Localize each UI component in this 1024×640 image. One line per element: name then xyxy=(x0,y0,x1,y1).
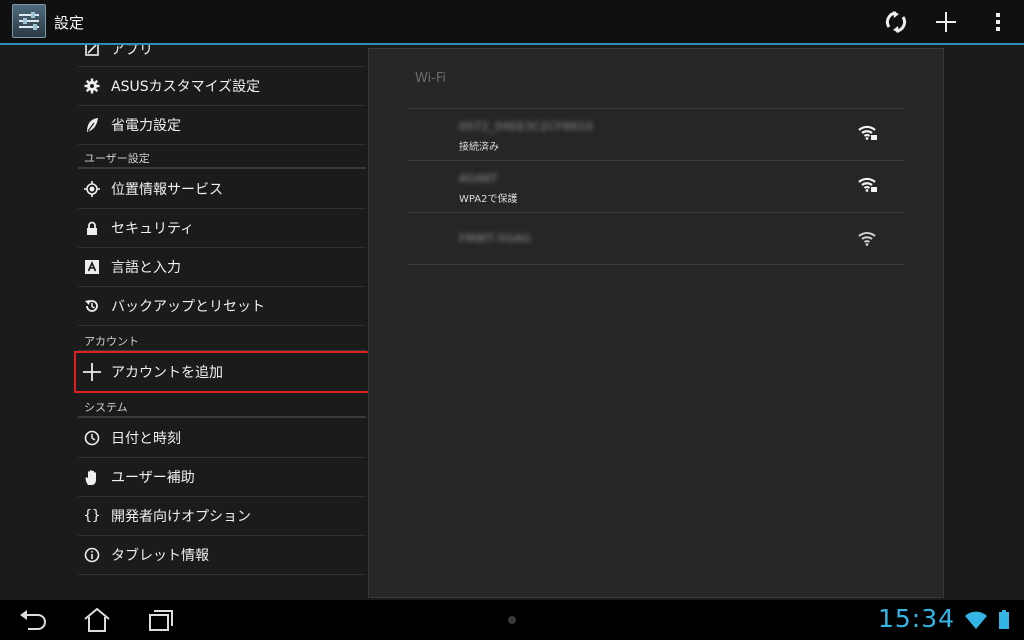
location-icon xyxy=(84,181,100,197)
recent-apps-button[interactable] xyxy=(144,606,178,634)
wifi-status: WPA2で保護 xyxy=(459,194,518,205)
sidebar-item-accessibility[interactable]: ユーザー補助 xyxy=(78,458,366,497)
sync-icon xyxy=(885,11,907,33)
navigation-bar xyxy=(0,600,1024,640)
sidebar-item-label: バックアップとリセット xyxy=(111,299,265,315)
clock-icon xyxy=(84,430,100,446)
sidebar-item-label: 省電力設定 xyxy=(111,118,181,134)
sync-button[interactable] xyxy=(882,8,910,36)
sidebar-item-label: ASUSカスタマイズ設定 xyxy=(111,79,261,95)
home-button[interactable] xyxy=(80,606,114,634)
wifi-section-title: Wi-Fi xyxy=(415,71,447,86)
sidebar-item-developer-options[interactable]: {} 開発者向けオプション xyxy=(78,497,366,536)
recent-apps-icon xyxy=(149,610,173,631)
gear-icon xyxy=(84,78,100,94)
home-icon xyxy=(84,607,110,632)
wifi-ssid: AGAKT xyxy=(459,172,498,185)
status-wifi-icon xyxy=(965,611,987,629)
sidebar-item-date-time[interactable]: 日付と時刻 xyxy=(78,419,366,458)
add-account-button[interactable]: アカウントを追加 xyxy=(78,353,366,392)
sidebar-item-security[interactable]: セキュリティ xyxy=(78,209,366,248)
info-icon xyxy=(84,547,100,563)
add-icon xyxy=(936,12,956,32)
sidebar-item-label: 開発者向けオプション xyxy=(111,509,251,525)
hand-icon xyxy=(84,469,100,485)
wifi-signal-icon xyxy=(858,232,876,246)
battery-icon xyxy=(999,610,1009,629)
divider xyxy=(409,264,903,265)
sidebar-item-label: ユーザー補助 xyxy=(111,470,195,486)
wifi-signal-locked-icon xyxy=(858,125,877,140)
sidebar-item-label: 言語と入力 xyxy=(111,260,181,276)
restore-icon xyxy=(84,298,100,314)
app-title: 設定 xyxy=(54,14,85,32)
sidebar-item-label: アカウントを追加 xyxy=(111,365,223,381)
sidebar-item-label: アプリ xyxy=(111,45,153,58)
sidebar-item-asus-customize[interactable]: ASUSカスタマイズ設定 xyxy=(78,67,366,106)
sidebar-item-backup-reset[interactable]: バックアップとリセット xyxy=(78,287,366,326)
leaf-icon xyxy=(84,117,100,133)
wifi-ssid: FMWT-5GAG xyxy=(459,232,532,245)
wifi-detail-pane: Wi-Fi 0072_04EE3C2CF6610 接続済み AGAKT WPA2… xyxy=(368,48,944,598)
plus-icon xyxy=(82,362,102,382)
lock-icon xyxy=(84,220,100,236)
sidebar-item-power-saving[interactable]: 省電力設定 xyxy=(78,106,366,145)
sidebar-item-tablet-info[interactable]: タブレット情報 xyxy=(78,536,366,575)
settings-app-icon[interactable] xyxy=(12,4,46,38)
keyboard-icon xyxy=(84,259,100,275)
apps-icon xyxy=(84,45,100,57)
wifi-ssid: 0072_04EE3C2CF6610 xyxy=(459,120,594,133)
overflow-menu-icon xyxy=(996,13,1000,31)
section-header-user: ユーザー設定 xyxy=(78,147,366,169)
wifi-network-row[interactable]: AGAKT WPA2で保護 xyxy=(409,160,903,212)
sidebar-item-label: セキュリティ xyxy=(111,221,195,237)
sidebar-item-label: タブレット情報 xyxy=(111,548,209,564)
back-icon xyxy=(20,610,46,630)
sidebar-item-location[interactable]: 位置情報サービス xyxy=(78,170,366,209)
add-button[interactable] xyxy=(932,8,960,36)
status-clock: 15:34 xyxy=(878,604,956,633)
wifi-signal-locked-icon xyxy=(858,177,877,192)
sidebar-item-label: 位置情報サービス xyxy=(111,182,223,198)
sidebar-item-language-input[interactable]: 言語と入力 xyxy=(78,248,366,287)
section-header-account: アカウント xyxy=(78,330,366,352)
sidebar-item-apps[interactable]: アプリ xyxy=(78,45,366,67)
page-indicator-dot xyxy=(508,616,516,624)
sidebar-item-label: 日付と時刻 xyxy=(111,431,181,447)
wifi-network-row[interactable]: 0072_04EE3C2CF6610 接続済み xyxy=(409,108,903,160)
overflow-menu-button[interactable] xyxy=(984,8,1012,36)
wifi-status: 接続済み xyxy=(459,142,499,153)
wifi-network-row[interactable]: FMWT-5GAG xyxy=(409,212,903,264)
action-bar: 設定 xyxy=(0,0,1024,45)
braces-icon: {} xyxy=(83,508,101,524)
section-header-system: システム xyxy=(78,396,366,418)
back-button[interactable] xyxy=(16,606,50,634)
